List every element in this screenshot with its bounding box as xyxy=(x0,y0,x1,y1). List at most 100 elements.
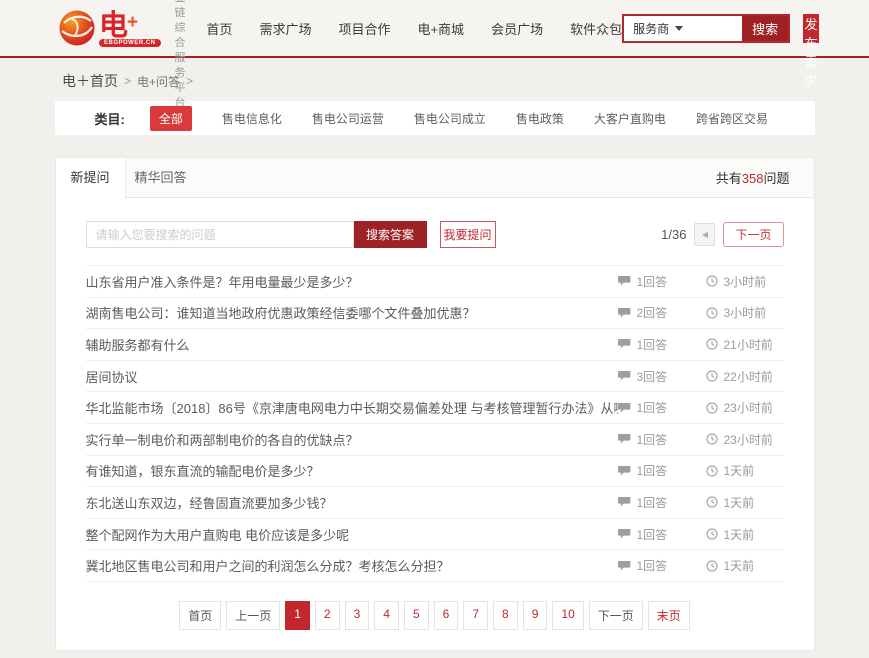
question-row[interactable]: 实行单一制电价和两部制电价的各自的优缺点？1回答23小时前 xyxy=(86,424,784,456)
question-title[interactable]: 有谁知道，银东直流的输配电价是多少？ xyxy=(86,461,618,480)
page-button[interactable]: 5 xyxy=(404,601,429,630)
category-item-company-operation[interactable]: 售电公司运营 xyxy=(312,110,384,127)
tab-best-answers[interactable]: 精华回答 xyxy=(126,158,196,198)
nav-item-mall[interactable]: 电+商城 xyxy=(417,19,464,38)
question-meta: 1回答1天前 xyxy=(618,462,784,479)
bottom-pagination: 首页上一页12345678910下一页末页 xyxy=(56,601,814,630)
header-search-box: 服务商 搜索 xyxy=(622,14,790,43)
question-time: 1天前 xyxy=(706,526,784,543)
question-list: 山东省用户准入条件是？年用电量最少是多少？1回答3小时前湖南售电公司：谁知道当地… xyxy=(86,265,784,582)
question-row[interactable]: 东北送山东双边，经鲁固直流要加多少钱？1回答1天前 xyxy=(86,487,784,519)
nav-item-software-crowdsourcing[interactable]: 软件众包 xyxy=(570,19,622,38)
page-button[interactable]: 末页 xyxy=(648,601,690,630)
question-title[interactable]: 居间协议 xyxy=(86,367,618,386)
reply-count: 1回答 xyxy=(618,431,706,448)
globe-logo-icon xyxy=(58,9,96,47)
question-row[interactable]: 华北监能市场〔2018〕86号《京津唐电网电力中长期交易偏差处理 与考核管理暂行… xyxy=(86,392,784,424)
reply-count: 1回答 xyxy=(618,526,706,543)
reply-bubble-icon xyxy=(618,338,631,350)
question-search-input[interactable] xyxy=(86,221,354,248)
breadcrumb-home[interactable]: 电＋首页 xyxy=(62,71,118,91)
page-button[interactable]: 6 xyxy=(434,601,459,630)
question-meta: 1回答23小时前 xyxy=(618,399,784,416)
page-button[interactable]: 10 xyxy=(552,601,583,630)
nav-item-project-cooperation[interactable]: 项目合作 xyxy=(338,19,390,38)
page-button[interactable]: 2 xyxy=(315,601,340,630)
qa-card: 新提问 精华回答 共有358问题 搜索答案 我要提问 1/36 ◀ 下一页 山东… xyxy=(55,157,815,651)
breadcrumb-separator: > xyxy=(186,74,193,88)
question-row[interactable]: 辅助服务都有什么1回答21小时前 xyxy=(86,329,784,361)
search-category-select[interactable]: 服务商 xyxy=(624,16,742,41)
reply-count: 1回答 xyxy=(618,336,706,353)
question-row[interactable]: 有谁知道，银东直流的输配电价是多少？1回答1天前 xyxy=(86,456,784,488)
search-category-value: 服务商 xyxy=(633,20,669,37)
reply-count: 1回答 xyxy=(618,399,706,416)
question-title[interactable]: 实行单一制电价和两部制电价的各自的优缺点？ xyxy=(86,430,618,449)
category-item-policy[interactable]: 售电政策 xyxy=(516,110,564,127)
question-row[interactable]: 冀北地区售电公司和用户之间的利润怎么分成？考核怎么分担？1回答1天前 xyxy=(86,550,784,582)
brand-text: 电+ xyxy=(99,10,137,39)
clock-icon xyxy=(706,560,718,572)
question-time: 1天前 xyxy=(706,462,784,479)
question-title[interactable]: 山东省用户准入条件是？年用电量最少是多少？ xyxy=(86,272,618,291)
page-button[interactable]: 4 xyxy=(374,601,399,630)
page-button[interactable]: 7 xyxy=(463,601,488,630)
header: 电+ EBGPOWER.CN 售电产业链 综合服务平台 首页 需求广场 项目合作… xyxy=(0,0,869,58)
clock-icon xyxy=(706,307,718,319)
clock-icon xyxy=(706,370,718,382)
category-item-cross-region[interactable]: 跨省跨区交易 xyxy=(696,110,768,127)
question-time: 1天前 xyxy=(706,494,784,511)
site-logo[interactable]: 电+ EBGPOWER.CN xyxy=(58,9,161,47)
reply-bubble-icon xyxy=(618,275,631,287)
next-page-button[interactable]: 下一页 xyxy=(723,222,783,247)
question-title[interactable]: 整个配网作为大用户直购电 电价应该是多少呢 xyxy=(86,525,618,544)
question-meta: 1回答23小时前 xyxy=(618,431,784,448)
header-search-button[interactable]: 搜索 xyxy=(742,16,788,41)
question-time: 3小时前 xyxy=(706,273,784,290)
category-item-company-founding[interactable]: 售电公司成立 xyxy=(414,110,486,127)
category-item-direct-purchase[interactable]: 大客户直购电 xyxy=(594,110,666,127)
category-item-informatization[interactable]: 售电信息化 xyxy=(222,110,282,127)
reply-bubble-icon xyxy=(618,402,631,414)
page-button-current[interactable]: 1 xyxy=(285,601,310,630)
publish-demand-button[interactable]: 发布需求 xyxy=(803,14,819,43)
qa-toolbar: 搜索答案 我要提问 1/36 ◀ 下一页 xyxy=(86,221,784,248)
page-button[interactable]: 9 xyxy=(523,601,548,630)
reply-count: 1回答 xyxy=(618,494,706,511)
question-row[interactable]: 山东省用户准入条件是？年用电量最少是多少？1回答3小时前 xyxy=(86,266,784,298)
question-meta: 1回答1天前 xyxy=(618,526,784,543)
reply-bubble-icon xyxy=(618,433,631,445)
question-row[interactable]: 居间协议3回答22小时前 xyxy=(86,361,784,393)
question-title[interactable]: 东北送山东双边，经鲁固直流要加多少钱？ xyxy=(86,493,618,512)
question-meta: 1回答1天前 xyxy=(618,557,784,574)
reply-bubble-icon xyxy=(618,560,631,572)
clock-icon xyxy=(706,402,718,414)
question-row[interactable]: 湖南售电公司：谁知道当地政府优惠政策经信委哪个文件叠加优惠？2回答3小时前 xyxy=(86,298,784,330)
question-title[interactable]: 华北监能市场〔2018〕86号《京津唐电网电力中长期交易偏差处理 与考核管理暂行… xyxy=(86,398,618,417)
nav-item-member-plaza[interactable]: 会员广场 xyxy=(491,19,543,38)
question-time: 21小时前 xyxy=(706,336,784,353)
page-button[interactable]: 上一页 xyxy=(226,601,280,630)
reply-count: 1回答 xyxy=(618,557,706,574)
reply-count: 1回答 xyxy=(618,462,706,479)
question-meta: 1回答3小时前 xyxy=(618,273,784,290)
page-button[interactable]: 首页 xyxy=(179,601,221,630)
nav-item-home[interactable]: 首页 xyxy=(206,19,232,38)
tab-new-questions[interactable]: 新提问 xyxy=(56,158,126,199)
ask-question-button[interactable]: 我要提问 xyxy=(440,221,496,248)
question-row[interactable]: 整个配网作为大用户直购电 电价应该是多少呢1回答1天前 xyxy=(86,519,784,551)
search-answers-button[interactable]: 搜索答案 xyxy=(354,221,427,248)
nav-item-demand-plaza[interactable]: 需求广场 xyxy=(259,19,311,38)
question-title[interactable]: 冀北地区售电公司和用户之间的利润怎么分成？考核怎么分担？ xyxy=(86,556,618,575)
brand-domain: EBGPOWER.CN xyxy=(99,39,161,47)
reply-bubble-icon xyxy=(618,370,631,382)
page-button[interactable]: 3 xyxy=(345,601,370,630)
category-all-chip[interactable]: 全部 xyxy=(150,106,192,131)
prev-page-button[interactable]: ◀ xyxy=(694,223,715,246)
question-title[interactable]: 湖南售电公司：谁知道当地政府优惠政策经信委哪个文件叠加优惠？ xyxy=(86,303,618,322)
page-button[interactable]: 下一页 xyxy=(589,601,643,630)
question-time: 23小时前 xyxy=(706,399,784,416)
question-title[interactable]: 辅助服务都有什么 xyxy=(86,335,618,354)
page-button[interactable]: 8 xyxy=(493,601,518,630)
breadcrumb-current[interactable]: 电+问答 xyxy=(137,73,180,90)
